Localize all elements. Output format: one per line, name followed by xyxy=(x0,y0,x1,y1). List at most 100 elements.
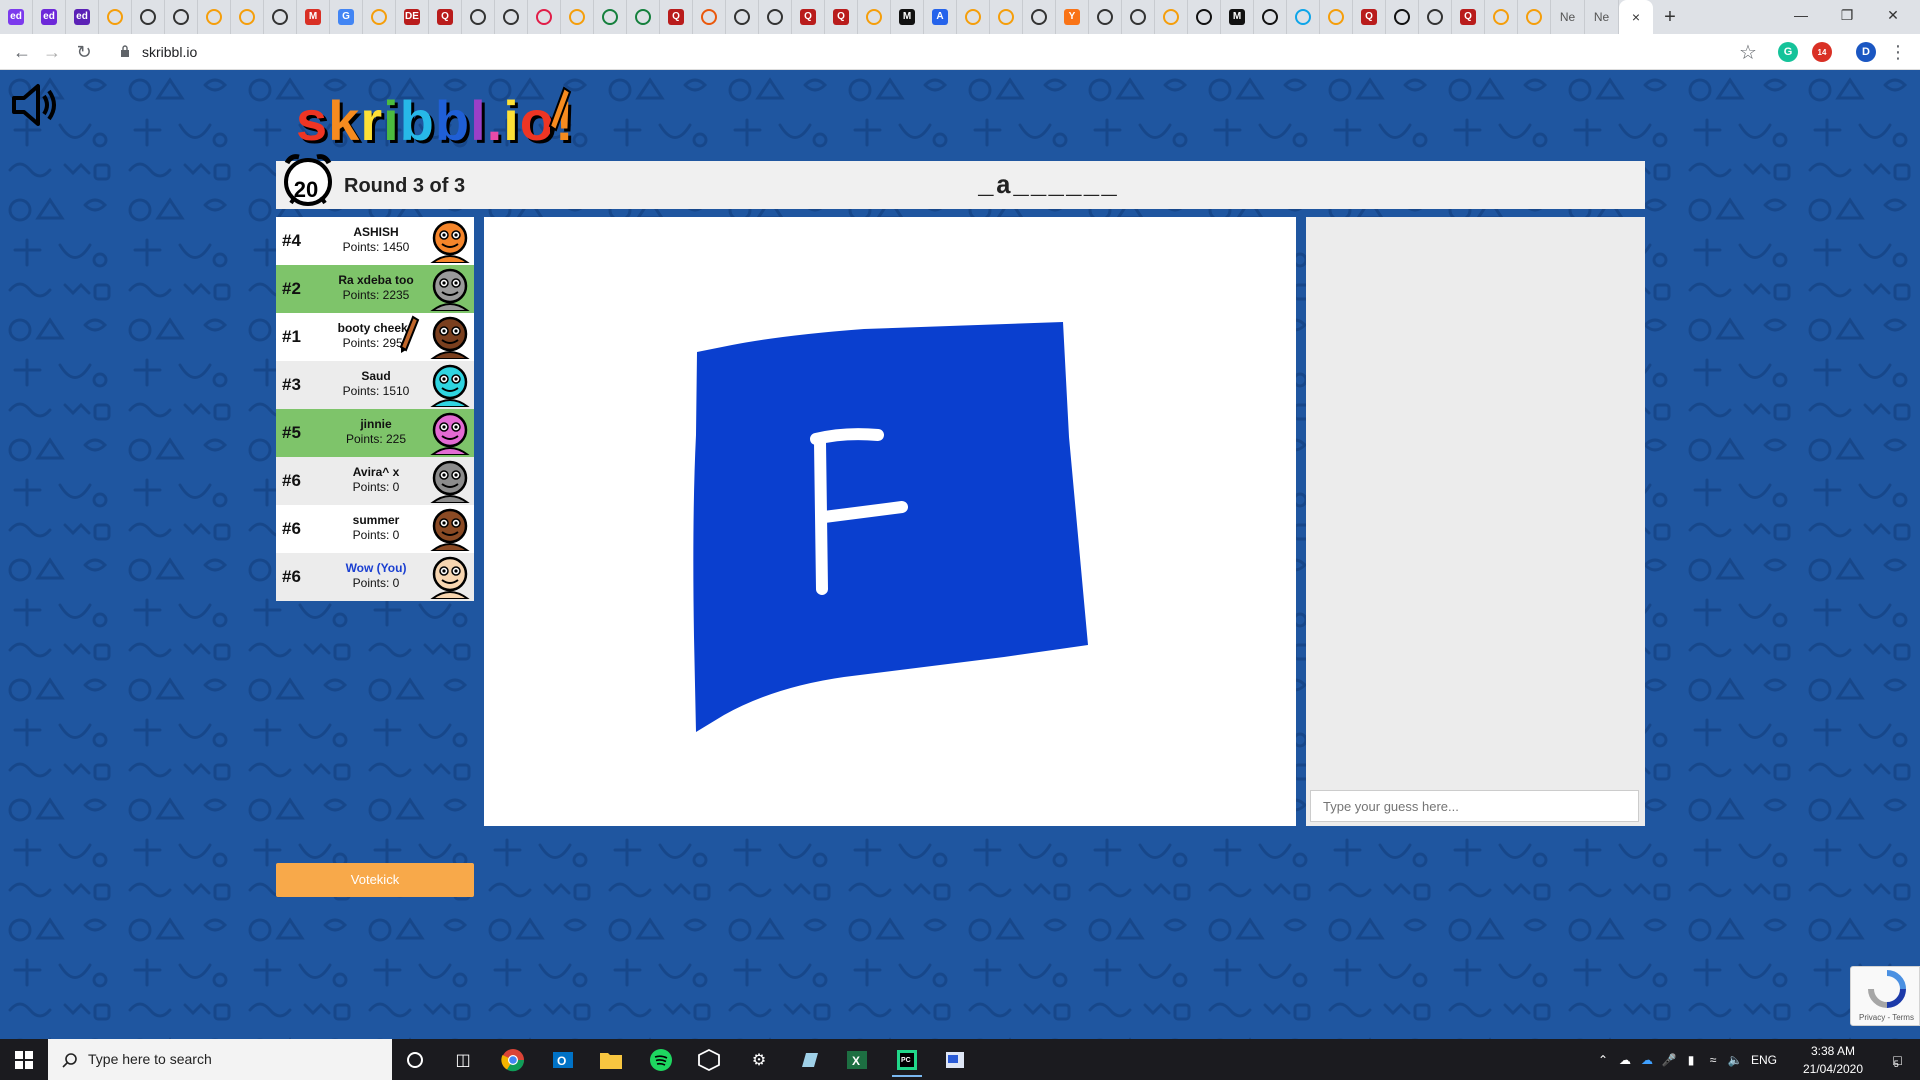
browser-tab[interactable]: Y xyxy=(1056,0,1089,34)
browser-tab[interactable]: A xyxy=(924,0,957,34)
notepad-taskbar-icon[interactable] xyxy=(794,1045,824,1075)
browser-tab[interactable] xyxy=(759,0,792,34)
wifi-icon[interactable]: ≈ xyxy=(1702,1053,1724,1067)
battery-icon[interactable]: ▮ xyxy=(1680,1053,1702,1067)
browser-tab[interactable] xyxy=(1188,0,1221,34)
browser-tab[interactable] xyxy=(726,0,759,34)
taskbar-clock[interactable]: 3:38 AM 21/04/2020 xyxy=(1798,1042,1868,1078)
file-explorer-taskbar-icon[interactable] xyxy=(596,1045,626,1075)
pycharm-taskbar-icon[interactable]: PC xyxy=(892,1045,922,1077)
browser-tab[interactable] xyxy=(264,0,297,34)
player-row[interactable]: #6 Wow (You) Points: 0 xyxy=(276,553,474,601)
browser-tab[interactable] xyxy=(198,0,231,34)
browser-tab[interactable]: ed xyxy=(0,0,33,34)
browser-tab[interactable] xyxy=(165,0,198,34)
browser-tab[interactable]: Q xyxy=(660,0,693,34)
restore-button[interactable]: ❐ xyxy=(1824,0,1870,30)
back-arrow-icon[interactable]: ← xyxy=(10,40,34,64)
taskbar-search-box[interactable]: Type here to search xyxy=(48,1039,392,1080)
browser-tab[interactable] xyxy=(693,0,726,34)
browser-tab[interactable] xyxy=(1518,0,1551,34)
browser-tab[interactable] xyxy=(1287,0,1320,34)
spotify-taskbar-icon[interactable] xyxy=(646,1045,676,1075)
browser-tab[interactable]: Q xyxy=(429,0,462,34)
volume-icon[interactable]: 🔈 xyxy=(1724,1053,1746,1067)
image-viewer-taskbar-icon[interactable] xyxy=(940,1045,970,1075)
close-window-button[interactable]: ✕ xyxy=(1870,0,1916,30)
browser-tab[interactable] xyxy=(1023,0,1056,34)
browser-tab[interactable]: ed xyxy=(33,0,66,34)
browser-tab[interactable] xyxy=(462,0,495,34)
excel-taskbar-icon[interactable]: X xyxy=(842,1045,872,1075)
browser-tab[interactable]: Q xyxy=(1353,0,1386,34)
minimize-button[interactable]: — xyxy=(1778,0,1824,30)
browser-tab[interactable] xyxy=(957,0,990,34)
browser-tab[interactable] xyxy=(1419,0,1452,34)
cortana-icon[interactable] xyxy=(400,1045,430,1075)
browser-tab[interactable]: DE xyxy=(396,0,429,34)
microphone-icon[interactable]: 🎤 xyxy=(1658,1053,1680,1067)
browser-tab[interactable] xyxy=(528,0,561,34)
browser-tab[interactable]: Ne xyxy=(1551,0,1585,34)
votekick-button[interactable]: Votekick xyxy=(276,863,474,897)
start-button[interactable] xyxy=(0,1039,48,1080)
chrome-taskbar-icon[interactable] xyxy=(498,1045,528,1075)
extension-icon[interactable]: 14 xyxy=(1812,42,1832,62)
task-view-icon[interactable]: ◫ xyxy=(448,1045,478,1075)
sound-toggle-icon[interactable] xyxy=(8,80,58,130)
browser-tab[interactable] xyxy=(858,0,891,34)
onedrive-cloud-icon[interactable]: ☁ xyxy=(1614,1053,1636,1067)
browser-tab[interactable]: M xyxy=(1221,0,1254,34)
browser-tab[interactable] xyxy=(1386,0,1419,34)
profile-avatar[interactable]: D xyxy=(1856,42,1876,62)
browser-tab[interactable]: M xyxy=(297,0,330,34)
browser-tab[interactable] xyxy=(561,0,594,34)
browser-tab[interactable] xyxy=(495,0,528,34)
drawing-canvas[interactable] xyxy=(484,217,1296,826)
browser-tab[interactable] xyxy=(1122,0,1155,34)
browser-tab[interactable] xyxy=(1155,0,1188,34)
language-indicator[interactable]: ENG xyxy=(1746,1053,1782,1067)
onedrive-blue-cloud-icon[interactable]: ☁ xyxy=(1636,1053,1658,1067)
address-bar[interactable]: skribbl.io xyxy=(142,44,197,60)
player-row[interactable]: #1 booty cheeks Points: 2950 xyxy=(276,313,474,361)
menu-kebab-icon[interactable]: ⋮ xyxy=(1886,40,1910,64)
tray-overflow-icon[interactable]: ⌃ xyxy=(1592,1053,1614,1067)
browser-tab[interactable]: G xyxy=(330,0,363,34)
bookmark-star-icon[interactable]: ☆ xyxy=(1736,40,1760,64)
active-tab-close-button[interactable]: × xyxy=(1619,0,1653,34)
player-row[interactable]: #5 jinnie Points: 225 xyxy=(276,409,474,457)
browser-tab[interactable]: Q xyxy=(792,0,825,34)
recaptcha-links[interactable]: Privacy - Terms xyxy=(1859,1013,1914,1022)
reload-icon[interactable]: ↻ xyxy=(72,40,96,64)
guess-input[interactable] xyxy=(1310,790,1639,822)
browser-tab[interactable] xyxy=(363,0,396,34)
player-row[interactable]: #3 Saud Points: 1510 xyxy=(276,361,474,409)
player-row[interactable]: #2 Ra xdeba too Points: 2235 xyxy=(276,265,474,313)
browser-tab[interactable] xyxy=(1254,0,1287,34)
player-row[interactable]: #6 summer Points: 0 xyxy=(276,505,474,553)
browser-tab[interactable] xyxy=(1089,0,1122,34)
forward-arrow-icon[interactable]: → xyxy=(40,40,64,64)
browser-tab[interactable] xyxy=(990,0,1023,34)
new-tab-button[interactable]: + xyxy=(1653,0,1687,34)
browser-tab[interactable] xyxy=(132,0,165,34)
browser-tab[interactable] xyxy=(231,0,264,34)
recaptcha-badge[interactable]: Privacy - Terms xyxy=(1850,966,1920,1026)
browser-tab[interactable] xyxy=(99,0,132,34)
browser-tab[interactable]: Q xyxy=(825,0,858,34)
player-row[interactable]: #4 ASHISH Points: 1450 xyxy=(276,217,474,265)
virtualbox-taskbar-icon[interactable] xyxy=(694,1045,724,1075)
browser-tab[interactable]: M xyxy=(891,0,924,34)
browser-tab[interactable] xyxy=(1485,0,1518,34)
browser-tab[interactable]: Ne xyxy=(1585,0,1619,34)
browser-tab[interactable]: ed xyxy=(66,0,99,34)
browser-tab[interactable] xyxy=(594,0,627,34)
notification-center-icon[interactable]: □ 5 xyxy=(1876,1039,1916,1080)
outlook-taskbar-icon[interactable]: O xyxy=(548,1045,578,1075)
browser-tab[interactable] xyxy=(627,0,660,34)
browser-tab[interactable] xyxy=(1320,0,1353,34)
grammarly-extension-icon[interactable]: G xyxy=(1778,42,1798,62)
player-row[interactable]: #6 Avira^ x Points: 0 xyxy=(276,457,474,505)
browser-tab[interactable]: Q xyxy=(1452,0,1485,34)
